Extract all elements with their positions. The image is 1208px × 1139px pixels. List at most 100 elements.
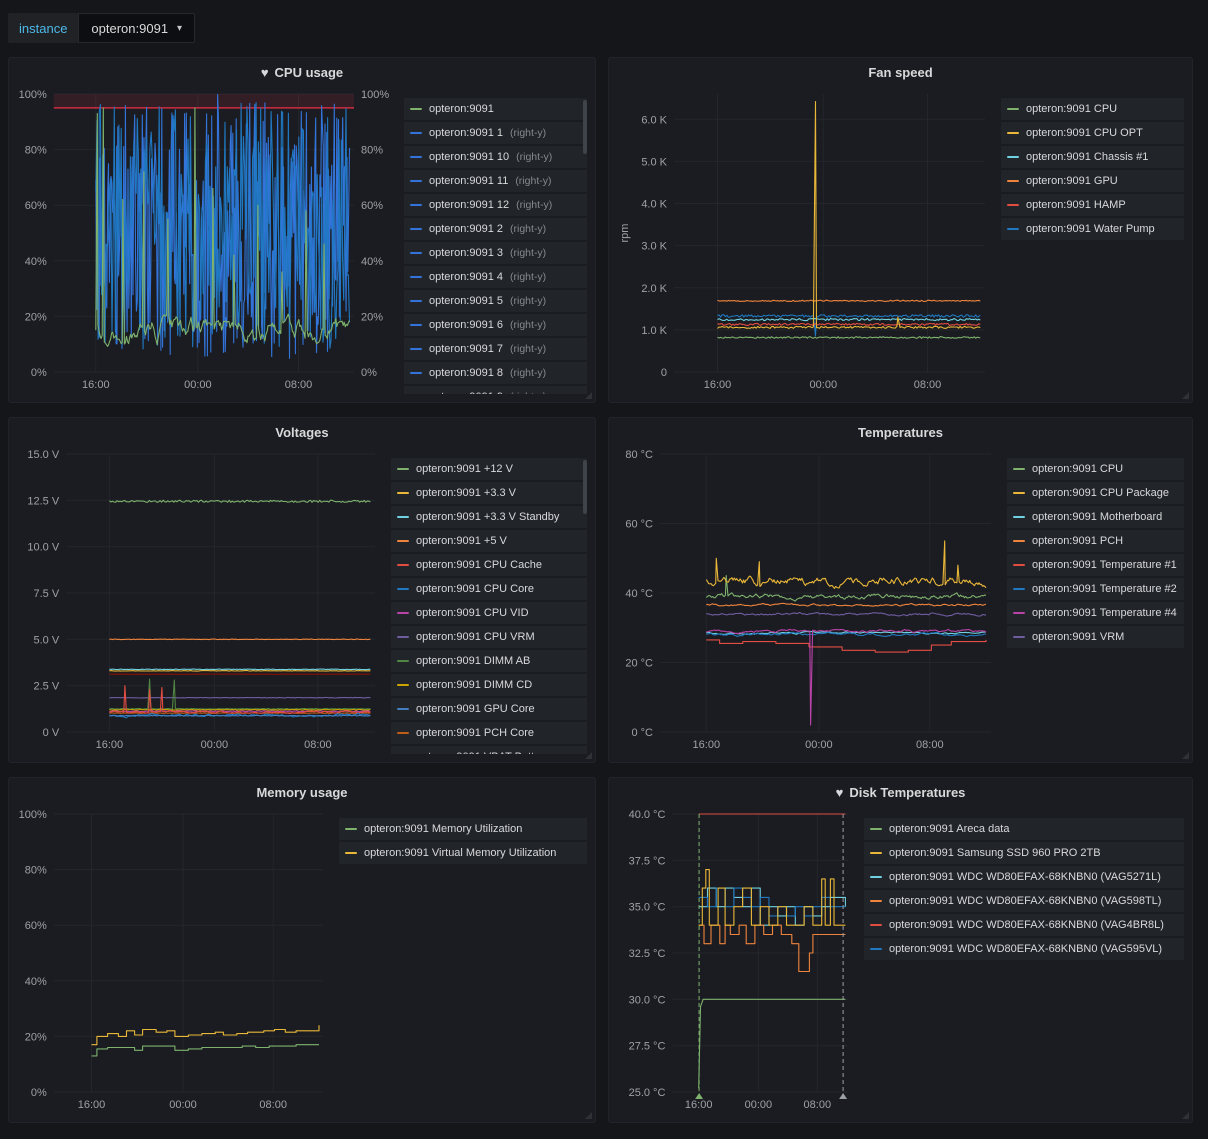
legend-item[interactable]: opteron:9091 WDC WD80EFAX-68KNBN0 (VAG59…: [864, 890, 1184, 912]
legend-item[interactable]: opteron:9091 Temperature #1: [1007, 554, 1184, 576]
chart-svg[interactable]: 0 V 2.5 V 5.0 V 7.5 V 10.0 V 12.5 V 15.0 V 16:0…: [17, 446, 385, 754]
svg-text:60%: 60%: [25, 200, 47, 212]
legend-item[interactable]: opteron:9091 9 (right-y): [404, 386, 587, 394]
legend-item[interactable]: opteron:9091 GPU Core: [391, 698, 587, 720]
legend-item[interactable]: opteron:9091 6 (right-y): [404, 314, 587, 336]
series-color-icon: [397, 732, 409, 734]
legend-item[interactable]: opteron:9091 3 (right-y): [404, 242, 587, 264]
svg-text:80 °C: 80 °C: [625, 449, 653, 461]
legend-item[interactable]: opteron:9091 Memory Utilization: [339, 818, 587, 840]
legend-item[interactable]: opteron:9091: [404, 98, 587, 120]
legend-item[interactable]: opteron:9091 +5 V: [391, 530, 587, 552]
legend-item[interactable]: opteron:9091 VBAT Battery: [391, 746, 587, 754]
series-color-icon: [1007, 108, 1019, 110]
legend-scrollbar[interactable]: [583, 100, 587, 154]
legend-item[interactable]: opteron:9091 Areca data: [864, 818, 1184, 840]
legend-item[interactable]: opteron:9091 CPU VID: [391, 602, 587, 624]
legend-item[interactable]: opteron:9091 Virtual Memory Utilization: [339, 842, 587, 864]
chart-svg[interactable]: 0% 0% 20% 20% 40% 40% 60% 60% 80% 80% 100% 100% 16:0…: [17, 86, 398, 394]
caret-down-icon: ▾: [177, 22, 183, 34]
memory-usage-chart[interactable]: 0% 20% 40% 60% 80% 100% 16:00 00:00 08:00: [17, 806, 333, 1114]
legend-item[interactable]: opteron:9091 PCH Core: [391, 722, 587, 744]
panel-header[interactable]: Memory usage: [9, 778, 595, 806]
panel-resize-handle[interactable]: [1182, 1112, 1189, 1119]
instance-dropdown[interactable]: opteron:9091 ▾: [78, 13, 196, 43]
legend-item[interactable]: opteron:9091 5 (right-y): [404, 290, 587, 312]
legend-item[interactable]: opteron:9091 1 (right-y): [404, 122, 587, 144]
legend-item[interactable]: opteron:9091 CPU Cache: [391, 554, 587, 576]
chart-svg[interactable]: 0 °C 20 °C 40 °C 60 °C 80 °C 16:00 00:00 08:00: [617, 446, 1001, 754]
legend-item[interactable]: opteron:9091 CPU VRM: [391, 626, 587, 648]
legend-axis-suffix: (right-y): [510, 367, 547, 379]
svg-text:5.0 V: 5.0 V: [34, 634, 60, 646]
legend-item[interactable]: opteron:9091 +12 V: [391, 458, 587, 480]
legend-item[interactable]: opteron:9091 CPU OPT: [1001, 122, 1184, 144]
legend-item[interactable]: opteron:9091 +3.3 V Standby: [391, 506, 587, 528]
legend-axis-suffix: (right-y): [510, 223, 547, 235]
panel-header[interactable]: Temperatures: [609, 418, 1192, 446]
legend-item[interactable]: opteron:9091 Motherboard: [1007, 506, 1184, 528]
svg-text:08:00: 08:00: [914, 379, 942, 391]
panel-header[interactable]: ♥ Disk Temperatures: [609, 778, 1192, 806]
svg-text:00:00: 00:00: [810, 379, 838, 391]
temperatures-chart[interactable]: 0 °C 20 °C 40 °C 60 °C 80 °C 16:00 00:00 08:00: [617, 446, 1001, 754]
legend-scrollbar[interactable]: [583, 460, 587, 514]
legend-axis-suffix: (right-y): [510, 247, 547, 259]
legend-item[interactable]: opteron:9091 WDC WD80EFAX-68KNBN0 (VAG59…: [864, 938, 1184, 960]
panel-resize-handle[interactable]: [585, 752, 592, 759]
legend-label: opteron:9091 CPU: [1026, 103, 1118, 115]
legend-item[interactable]: opteron:9091 2 (right-y): [404, 218, 587, 240]
legend-item[interactable]: opteron:9091 10 (right-y): [404, 146, 587, 168]
legend-item[interactable]: opteron:9091 Temperature #4: [1007, 602, 1184, 624]
series-color-icon: [1013, 588, 1025, 590]
legend-item[interactable]: opteron:9091 CPU Package: [1007, 482, 1184, 504]
series-color-icon: [1007, 156, 1019, 158]
legend-item[interactable]: opteron:9091 VRM: [1007, 626, 1184, 648]
chart-svg[interactable]: 0% 20% 40% 60% 80% 100% 16:00 00:00 08:00: [17, 806, 333, 1114]
legend-item[interactable]: opteron:9091 11 (right-y): [404, 170, 587, 192]
voltages-chart[interactable]: 0 V 2.5 V 5.0 V 7.5 V 10.0 V 12.5 V 15.0 V 16:0…: [17, 446, 385, 754]
legend-label: opteron:9091 WDC WD80EFAX-68KNBN0 (VAG59…: [889, 943, 1163, 955]
legend-item[interactable]: opteron:9091 8 (right-y): [404, 362, 587, 384]
legend-item[interactable]: opteron:9091 Temperature #2: [1007, 578, 1184, 600]
panel-memory-usage: Memory usage 0% 20% 40% 60% 80% 100% 16:00 00:0…: [8, 777, 596, 1123]
legend-item[interactable]: opteron:9091 DIMM CD: [391, 674, 587, 696]
legend-item[interactable]: opteron:9091 CPU: [1007, 458, 1184, 480]
svg-text:20%: 20%: [361, 311, 383, 323]
legend-item[interactable]: opteron:9091 WDC WD80EFAX-68KNBN0 (VAG52…: [864, 866, 1184, 888]
panel-resize-handle[interactable]: [1182, 392, 1189, 399]
legend-item[interactable]: opteron:9091 Chassis #1: [1001, 146, 1184, 168]
legend-item[interactable]: opteron:9091 Water Pump: [1001, 218, 1184, 240]
panel-header[interactable]: ♥ CPU usage: [9, 58, 595, 86]
legend-item[interactable]: opteron:9091 Samsung SSD 960 PRO 2TB: [864, 842, 1184, 864]
series-color-icon: [410, 300, 422, 302]
disk-temperatures-chart[interactable]: 25.0 °C 27.5 °C 30.0 °C 32.5 °C 35.0 °C 37.5 …: [617, 806, 858, 1114]
legend-item[interactable]: opteron:9091 4 (right-y): [404, 266, 587, 288]
legend-item[interactable]: opteron:9091 CPU Core: [391, 578, 587, 600]
series-color-icon: [345, 828, 357, 830]
legend-item[interactable]: opteron:9091 HAMP: [1001, 194, 1184, 216]
chart-svg[interactable]: 25.0 °C 27.5 °C 30.0 °C 32.5 °C 35.0 °C 37.5 …: [617, 806, 858, 1114]
series-color-icon: [1013, 540, 1025, 542]
chart-svg[interactable]: 0 1.0 K 2.0 K 3.0 K 4.0 K 5.0 K 6.0 K 16:00 00:0…: [617, 86, 995, 394]
cpu-usage-chart[interactable]: 0% 0% 20% 20% 40% 40% 60% 60% 80% 80% 100% 100% 16:0…: [17, 86, 398, 394]
panel-resize-handle[interactable]: [1182, 752, 1189, 759]
legend-item[interactable]: opteron:9091 +3.3 V: [391, 482, 587, 504]
panel-resize-handle[interactable]: [585, 1112, 592, 1119]
legend-item[interactable]: opteron:9091 GPU: [1001, 170, 1184, 192]
svg-text:100%: 100%: [19, 89, 47, 101]
legend-label: opteron:9091 VBAT Battery: [416, 751, 550, 754]
legend-item[interactable]: opteron:9091 7 (right-y): [404, 338, 587, 360]
panel-header[interactable]: Fan speed: [609, 58, 1192, 86]
svg-text:80%: 80%: [25, 145, 47, 157]
variable-label: instance: [8, 13, 79, 43]
legend-item[interactable]: opteron:9091 CPU: [1001, 98, 1184, 120]
cpu-usage-legend: opteron:9091 opteron:9091 1 (right-y) opter…: [404, 86, 587, 394]
legend-item[interactable]: opteron:9091 DIMM AB: [391, 650, 587, 672]
legend-item[interactable]: opteron:9091 WDC WD80EFAX-68KNBN0 (VAG4B…: [864, 914, 1184, 936]
fan-speed-chart[interactable]: 0 1.0 K 2.0 K 3.0 K 4.0 K 5.0 K 6.0 K 16:00 00:0…: [617, 86, 995, 394]
panel-resize-handle[interactable]: [585, 392, 592, 399]
panel-header[interactable]: Voltages: [9, 418, 595, 446]
legend-item[interactable]: opteron:9091 PCH: [1007, 530, 1184, 552]
legend-item[interactable]: opteron:9091 12 (right-y): [404, 194, 587, 216]
